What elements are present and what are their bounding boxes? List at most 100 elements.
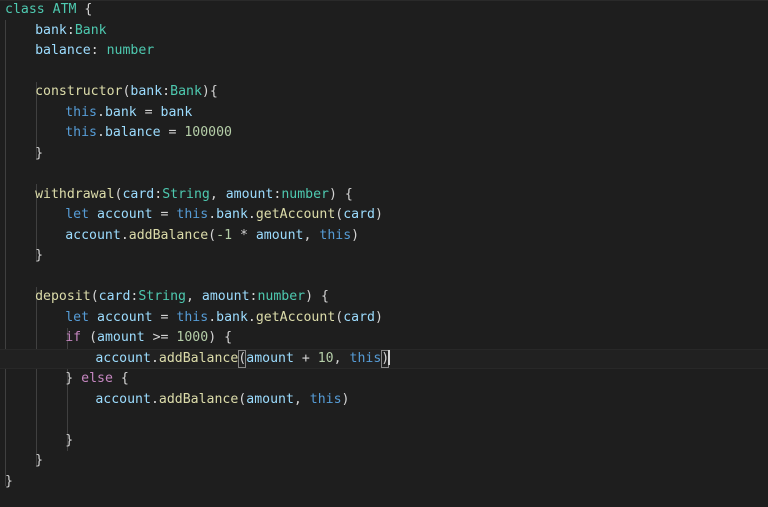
code-token: deposit <box>35 289 91 304</box>
code-token: 1000 <box>176 330 209 345</box>
code-token: bank <box>216 309 248 325</box>
code-token: amount <box>97 330 145 345</box>
code-token: account <box>95 350 151 366</box>
code-token: this <box>319 227 352 243</box>
code-line[interactable]: this.bank = bank <box>0 103 768 124</box>
code-token: card <box>122 186 155 202</box>
code-editor[interactable]: class ATM {bank:Bank balance: number const… <box>0 0 768 507</box>
code-token: if <box>65 330 82 345</box>
code-token: } <box>65 371 82 386</box>
code-token: , <box>293 391 310 407</box>
code-line[interactable] <box>0 164 768 185</box>
code-line[interactable]: } <box>0 246 768 267</box>
code-line[interactable]: constructor(bank:Bank){ <box>0 82 768 103</box>
code-token: ) <box>351 227 360 243</box>
code-line-active[interactable]: account.addBalance(amount + 10, this) <box>0 348 768 369</box>
code-line[interactable] <box>0 410 768 431</box>
code-token: amount <box>201 289 250 304</box>
code-token: account <box>97 207 153 222</box>
code-token: amount <box>225 186 274 202</box>
code-token: , <box>303 227 320 243</box>
code-line[interactable]: if (amount >= 1000) { <box>0 328 768 349</box>
code-content[interactable]: class ATM {bank:Bank balance: number const… <box>0 0 768 507</box>
code-token: { <box>76 2 93 17</box>
code-token: bank <box>216 207 248 222</box>
code-token: addBalance <box>158 391 239 407</box>
code-token: class <box>5 2 45 17</box>
code-token: amount <box>255 227 304 243</box>
code-token: ( <box>81 330 98 345</box>
code-token: ) { <box>328 186 353 202</box>
code-line[interactable] <box>0 62 768 83</box>
code-token: number <box>106 43 155 58</box>
code-token: String <box>138 289 186 304</box>
code-line[interactable]: } <box>0 431 768 452</box>
code-token: card <box>343 309 375 325</box>
code-token: bank <box>160 104 193 120</box>
code-token: } <box>35 248 44 263</box>
code-line[interactable]: withdrawal(card:String, amount:number) { <box>0 185 768 206</box>
code-line[interactable]: balance: number <box>0 41 768 62</box>
code-token: } <box>35 453 44 468</box>
code-token: . <box>97 104 105 120</box>
code-token: , <box>186 289 202 304</box>
code-line[interactable]: } <box>0 472 768 493</box>
code-token: Bank <box>170 84 202 99</box>
code-token: card <box>98 289 131 304</box>
code-line[interactable]: let account = this.bank.getAccount(card) <box>0 308 768 329</box>
code-token: , <box>333 350 350 366</box>
code-token: bank <box>104 104 137 120</box>
code-token: -1 <box>216 227 233 243</box>
code-token: this <box>176 207 209 222</box>
code-token: addBalance <box>128 227 209 243</box>
code-token: ) { <box>305 289 329 304</box>
text-caret <box>388 349 391 365</box>
code-token: ) <box>374 309 383 325</box>
code-token: . <box>247 309 256 325</box>
code-token: number <box>257 289 306 304</box>
code-token: . <box>247 207 256 222</box>
code-token: = <box>152 309 177 325</box>
code-token: { <box>112 371 129 386</box>
code-line[interactable]: this.balance = 100000 <box>0 123 768 144</box>
code-token: . <box>120 227 129 243</box>
code-token: >= <box>144 330 177 345</box>
code-token: = <box>152 207 177 222</box>
code-line[interactable]: account.addBalance(-1 * amount, this) <box>0 226 768 247</box>
code-token: getAccount <box>255 309 336 325</box>
code-line[interactable]: } else { <box>0 369 768 390</box>
code-line[interactable]: class ATM { <box>0 0 768 21</box>
code-token: withdrawal <box>35 186 115 202</box>
code-token: . <box>208 309 217 325</box>
code-token: : <box>66 22 75 38</box>
code-token: ) <box>341 391 350 407</box>
code-token: balance <box>104 125 161 140</box>
code-line[interactable] <box>0 267 768 288</box>
code-token: ) { <box>208 330 233 345</box>
code-line[interactable]: deposit(card:String, amount:number) { <box>0 287 768 308</box>
code-token: . <box>208 207 217 222</box>
code-token: ( <box>208 227 217 243</box>
code-token: 10 <box>317 350 334 366</box>
code-line[interactable]: } <box>0 451 768 472</box>
code-token: bank <box>130 84 163 99</box>
code-token: , <box>209 186 226 202</box>
code-line[interactable]: bank:Bank <box>0 21 768 42</box>
code-line[interactable]: account.addBalance(amount, this) <box>0 390 768 411</box>
code-token: 100000 <box>184 125 232 140</box>
code-token: let <box>65 309 90 325</box>
code-token: : <box>90 43 107 58</box>
code-line[interactable]: } <box>0 144 768 165</box>
code-token: } <box>5 473 13 489</box>
code-token: ATM <box>52 2 77 17</box>
code-token: * <box>232 227 256 243</box>
code-token: number <box>281 186 329 202</box>
code-token: account <box>65 227 121 243</box>
code-token: constructor <box>35 84 123 99</box>
code-line[interactable]: let account = this.bank.getAccount(card) <box>0 205 768 226</box>
code-token: . <box>150 391 159 407</box>
code-token: = <box>136 104 161 120</box>
code-token: addBalance <box>158 350 239 366</box>
